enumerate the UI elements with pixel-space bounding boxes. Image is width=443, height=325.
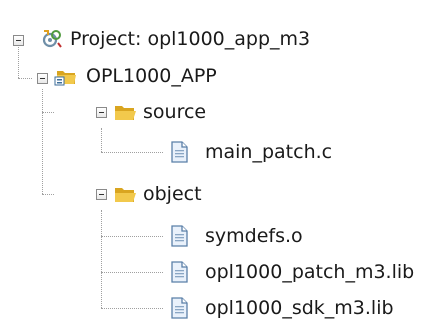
folder-icon (113, 182, 137, 206)
file-icon (167, 224, 191, 248)
file-icon (167, 140, 191, 164)
project-tree: Project: opl1000_app_m3 OPL1000_APP sour… (0, 0, 443, 325)
project-icon (40, 27, 64, 51)
collapse-toggle-source[interactable] (96, 107, 107, 118)
target-folder-icon (54, 64, 78, 88)
target-label[interactable]: OPL1000_APP (86, 64, 217, 88)
tree-line (101, 236, 163, 237)
tree-line (42, 112, 54, 113)
group-label-object[interactable]: object (143, 182, 202, 206)
file-label-symdefs[interactable]: symdefs.o (205, 224, 303, 248)
tree-line (18, 44, 19, 78)
group-label-source[interactable]: source (143, 100, 206, 124)
tree-line (101, 128, 102, 152)
tree-line (101, 272, 163, 273)
tree-line (18, 78, 32, 79)
file-label-patch-lib[interactable]: opl1000_patch_m3.lib (205, 260, 414, 284)
tree-line (101, 308, 163, 309)
project-label[interactable]: Project: opl1000_app_m3 (70, 27, 310, 51)
tree-line (42, 194, 54, 195)
file-label-sdk-lib[interactable]: opl1000_sdk_m3.lib (205, 296, 394, 320)
file-icon (167, 260, 191, 284)
file-label-main-patch[interactable]: main_patch.c (205, 140, 332, 164)
collapse-toggle-project[interactable] (13, 35, 24, 46)
folder-icon (113, 100, 137, 124)
tree-line (42, 89, 43, 194)
collapse-toggle-target[interactable] (37, 73, 48, 84)
collapse-toggle-object[interactable] (96, 189, 107, 200)
tree-line (101, 210, 102, 308)
file-icon (167, 296, 191, 320)
tree-line (101, 152, 163, 153)
